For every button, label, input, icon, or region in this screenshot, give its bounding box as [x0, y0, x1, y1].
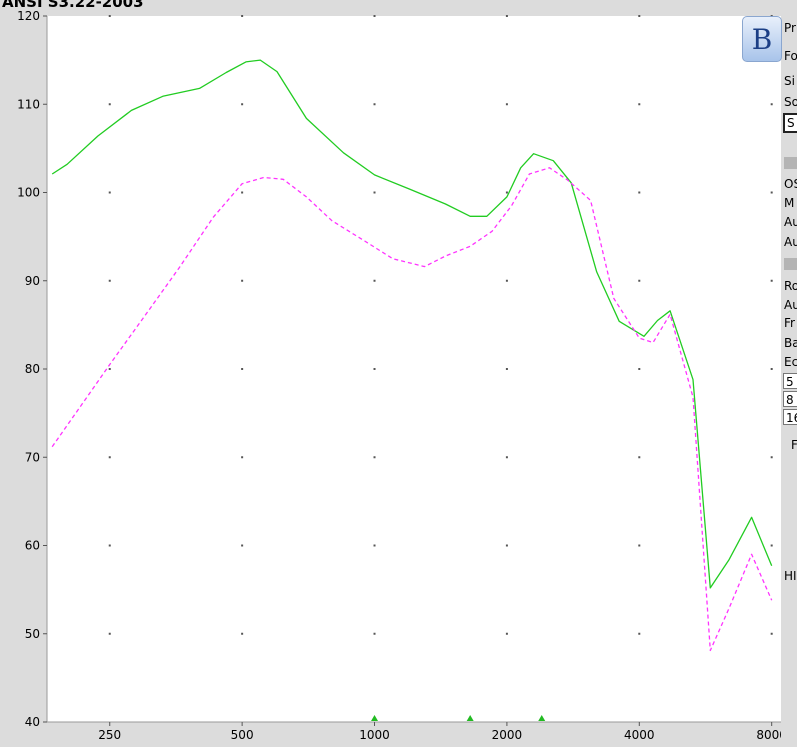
plot-background	[47, 16, 781, 722]
grid-dot	[241, 456, 244, 459]
grid-dot	[770, 191, 773, 194]
grid-dot	[638, 456, 641, 459]
grid-dot	[108, 368, 111, 370]
x-tick-label: 8000	[756, 728, 781, 742]
side-panel: Pr Fo Si So S OS M Au Au Ro Au Fr Ba Ec …	[781, 9, 797, 747]
grid-dot	[241, 632, 244, 635]
grid-dot	[770, 279, 773, 282]
grid-dot	[505, 368, 508, 370]
y-tick-label: 120	[17, 9, 40, 23]
side-label: Fo	[784, 49, 797, 63]
grid-dot	[638, 279, 641, 282]
side-label: So	[784, 95, 797, 109]
side-label: Au	[784, 298, 797, 312]
grid-dot	[373, 544, 376, 547]
grid-dot	[770, 368, 773, 370]
x-tick-label: 1000	[359, 728, 390, 742]
grid-dot	[505, 632, 508, 635]
grid-dot	[241, 279, 244, 282]
grid-dot	[108, 191, 111, 194]
y-tick-label: 90	[25, 274, 40, 288]
grid-dot	[638, 15, 641, 17]
side-label: Fr	[784, 316, 795, 330]
grid-dot	[108, 15, 111, 17]
grid-dot	[108, 279, 111, 282]
grid-dot	[373, 103, 376, 106]
grid-dot	[505, 103, 508, 106]
grid-dot	[241, 103, 244, 106]
side-label: Ba	[784, 336, 797, 350]
x-tick-label: 2000	[492, 728, 523, 742]
grid-dot	[373, 191, 376, 194]
side-input[interactable]: 8	[783, 391, 797, 407]
side-label: Au	[784, 235, 797, 249]
grid-dot	[108, 544, 111, 547]
frequency-response-chart: 40 50 60 70 80 90 100 110 120 250 500 1000 2000 4000…	[17, 9, 781, 742]
grid-dot	[770, 456, 773, 459]
grid-dot	[638, 191, 641, 194]
y-tick-label: 40	[25, 715, 40, 729]
b-setting-button[interactable]: B	[742, 16, 782, 62]
grid-dot	[505, 456, 508, 459]
grid-dot	[505, 15, 508, 17]
grid-dot	[241, 191, 244, 194]
side-label: Au	[784, 215, 797, 229]
grid-dot	[770, 632, 773, 635]
y-tick-label: 100	[17, 186, 40, 200]
y-tick-label: 110	[17, 97, 40, 111]
side-input[interactable]: 16	[783, 409, 797, 425]
grid-dot	[770, 544, 773, 547]
side-input[interactable]: 5	[783, 373, 797, 389]
grid-dot	[638, 103, 641, 106]
grid-dot	[108, 456, 111, 459]
grid-dot	[638, 632, 641, 635]
grid-dot	[373, 456, 376, 459]
y-ticks: 40 50 60 70 80 90 100 110 120	[17, 9, 47, 729]
y-tick-label: 70	[25, 450, 40, 464]
grid-dot	[505, 544, 508, 547]
y-tick-label: 60	[25, 539, 40, 553]
grid-dot	[373, 15, 376, 17]
grid-dot	[373, 632, 376, 635]
grid-dot	[241, 368, 244, 370]
grid-dot	[108, 632, 111, 635]
y-tick-label: 50	[25, 627, 40, 641]
side-label: OS	[784, 177, 797, 191]
side-section-header	[784, 258, 797, 270]
x-tick-label: 4000	[624, 728, 655, 742]
grid-dot	[241, 15, 244, 17]
grid-dot	[770, 103, 773, 106]
side-label: Pr	[784, 21, 796, 35]
x-tick-label: 500	[231, 728, 254, 742]
side-label: HI	[784, 569, 797, 583]
side-label: Si	[784, 74, 795, 88]
grid-dot	[505, 191, 508, 194]
x-ticks: 250 500 1000 2000 4000 8000	[98, 722, 781, 742]
x-tick-label: 250	[98, 728, 121, 742]
grid-dot	[505, 279, 508, 282]
grid-dot	[638, 544, 641, 547]
side-section-header	[784, 157, 797, 169]
y-tick-label: 80	[25, 362, 40, 376]
side-label: Ro	[784, 279, 797, 293]
grid-dot	[241, 544, 244, 547]
grid-dot	[638, 368, 641, 370]
side-label: M	[784, 196, 795, 210]
grid-dot	[373, 368, 376, 370]
grid-dot	[373, 279, 376, 282]
side-select[interactable]: S	[783, 113, 797, 133]
chart-title: ANSI S3.22-2003	[2, 0, 144, 11]
side-label: F	[791, 438, 797, 452]
side-label: Ec	[784, 355, 797, 369]
grid-dot	[108, 103, 111, 106]
chart-area: 40 50 60 70 80 90 100 110 120 250 500 1000 2000 4000…	[0, 9, 781, 747]
